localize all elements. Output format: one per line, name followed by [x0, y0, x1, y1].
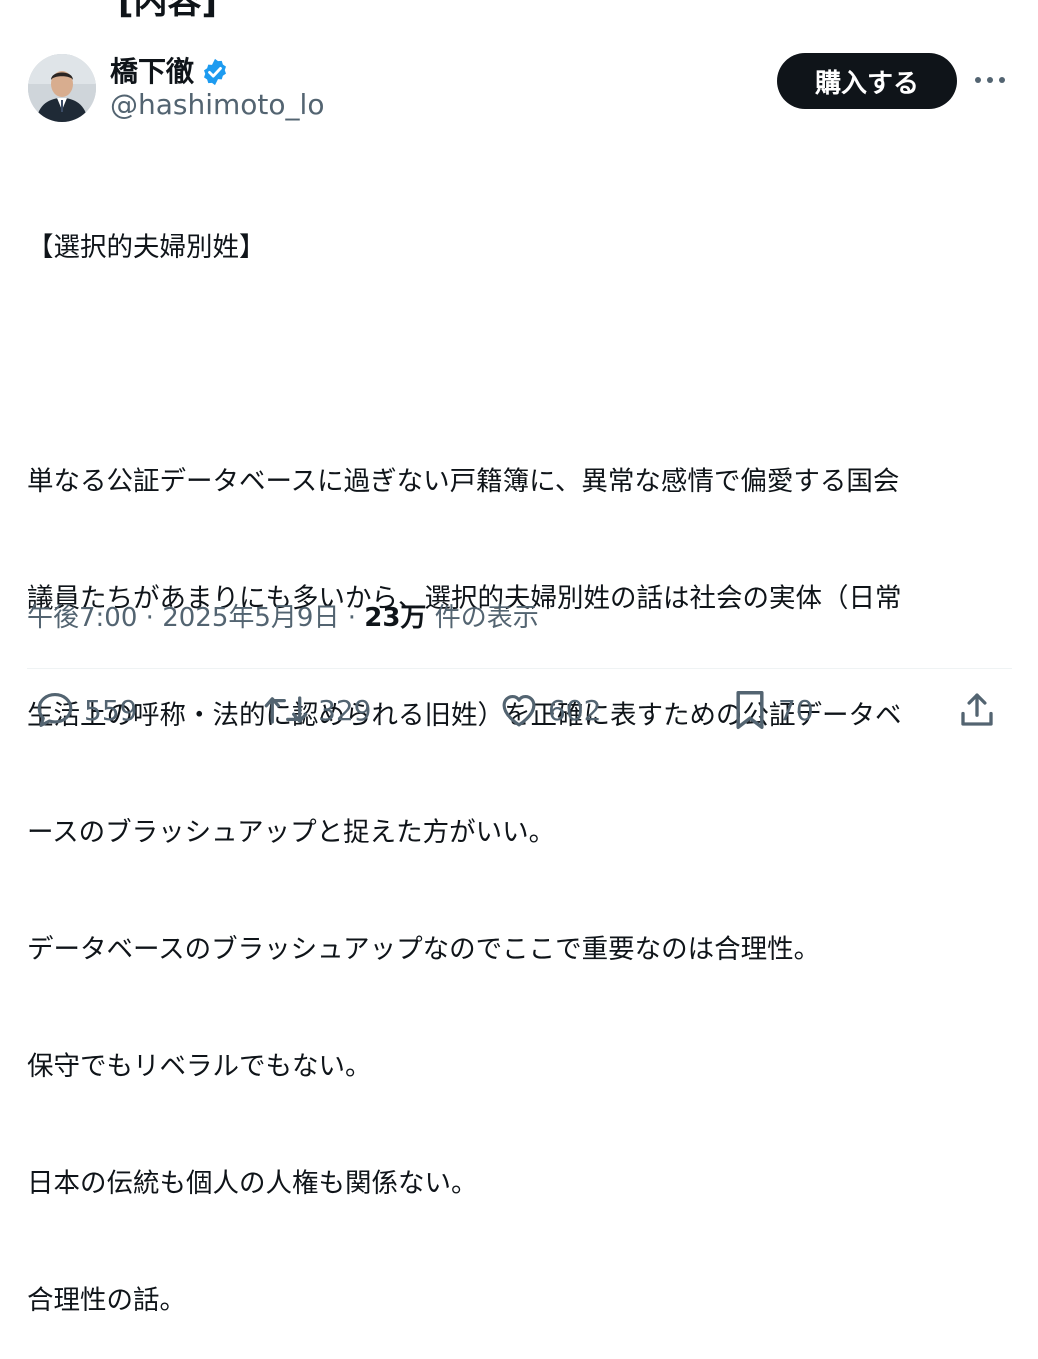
bookmark-count: 70 [778, 693, 814, 727]
tweet-line: ースのブラッシュアップと捉えた方がいい。 [27, 817, 556, 848]
author-handle[interactable]: @hashimoto_lo [110, 88, 324, 122]
heart-icon [498, 689, 540, 731]
reply-icon [34, 689, 76, 731]
views-count: 23万 [364, 603, 427, 633]
like-count: 602 [548, 693, 602, 727]
reply-count: 559 [84, 693, 138, 727]
tweet-line: 保守でもリベラルでもない。 [27, 1051, 372, 1082]
author-display-name[interactable]: 橋下徹 [110, 56, 194, 88]
tweet-line: 単なる公証データベースに過ぎない戸籍簿に、異常な感情で偏愛する国会 [27, 466, 900, 497]
views-label: 件の表示 [426, 603, 539, 633]
tweet-line: 日本の伝統も個人の人権も関係ない。 [27, 1168, 478, 1199]
tweet-line: 【選択的夫婦別姓】 [27, 232, 266, 263]
retweet-icon [262, 689, 310, 731]
share-icon [956, 689, 998, 731]
bookmark-button[interactable]: 70 [730, 688, 814, 732]
tweet-metadata: 午後7:00 · 2025年5月9日 · 23万 件の表示 [27, 598, 539, 638]
tweet-line: データベースのブラッシュアップなのでここで重要なのは合理性。 [27, 934, 821, 965]
post-date[interactable]: 2025年5月9日 [162, 603, 339, 633]
tweet-text: 【選択的夫婦別姓】 単なる公証データベースに過ぎない戸籍簿に、異常な感情で偏愛す… [27, 150, 1002, 1359]
retweet-count: 329 [318, 693, 372, 727]
previous-post-cutoff-text: [内容] [118, 0, 218, 22]
share-button[interactable] [956, 688, 998, 732]
buy-button[interactable]: 購入する [777, 53, 957, 109]
meta-separator: · [339, 603, 365, 633]
more-options-icon[interactable] [972, 66, 1008, 94]
meta-separator: · [137, 603, 163, 633]
retweet-button[interactable]: 329 [262, 688, 371, 732]
post-time[interactable]: 午後7:00 [27, 603, 137, 633]
reply-button[interactable]: 559 [34, 688, 137, 732]
bookmark-icon [730, 688, 770, 732]
tweet-line [27, 345, 1002, 384]
like-button[interactable]: 602 [498, 688, 601, 732]
verified-badge-icon [200, 57, 230, 87]
avatar[interactable] [28, 54, 96, 122]
divider [27, 668, 1012, 669]
tweet-line: 合理性の話。 [27, 1285, 186, 1316]
